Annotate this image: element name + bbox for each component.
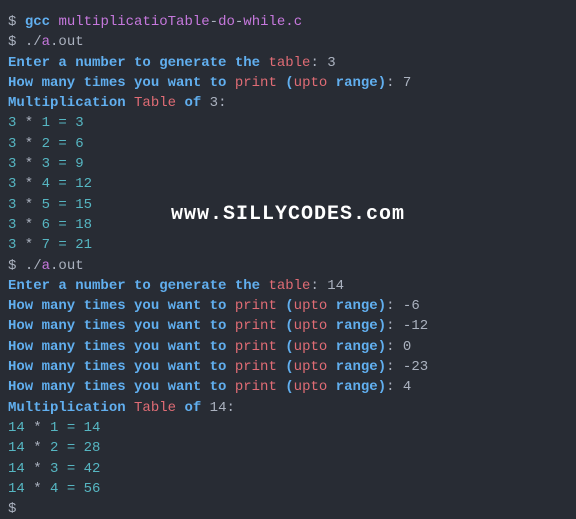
range-prompt-attempt: How many times you want to print (upto r… <box>8 296 568 316</box>
table-row: 3 * 3 = 9 <box>8 154 568 174</box>
terminal-output: $ gcc multiplicatioTable-do-while.c $ ./… <box>8 12 568 519</box>
prompt-symbol: $ <box>8 14 25 30</box>
table-rows-1: 3 * 1 = 33 * 2 = 63 * 3 = 93 * 4 = 12 3 *… <box>8 113 568 255</box>
executable-a: a <box>42 34 50 50</box>
enter-number-prompt-2: Enter a number to generate the table: 14 <box>8 276 568 296</box>
source-file-part1: multiplicatioTable <box>58 14 209 30</box>
source-file-part3: while.c <box>243 14 302 30</box>
input-range-1: 7 <box>403 75 411 91</box>
input-range-attempt: -6 <box>403 298 420 314</box>
table-row: 3 * 1 = 3 <box>8 113 568 133</box>
input-range-attempt: -23 <box>403 359 428 375</box>
final-prompt: $ <box>8 499 568 519</box>
table-row: 3 * 7 = 21 <box>8 235 568 255</box>
table-row: 3 * 4 = 12 <box>8 174 568 194</box>
table-row: 14 * 1 = 14 <box>8 418 568 438</box>
input-range-attempt: -12 <box>403 318 428 334</box>
input-num-1: 3 <box>327 55 335 71</box>
enter-number-prompt-1: Enter a number to generate the table: 3 <box>8 53 568 73</box>
table-row: 14 * 2 = 28 <box>8 438 568 458</box>
input-range-attempt: 0 <box>403 339 411 355</box>
range-prompt-attempt: How many times you want to print (upto r… <box>8 357 568 377</box>
range-prompt-1: How many times you want to print (upto r… <box>8 73 568 93</box>
table-row: 3 * 2 = 6 <box>8 134 568 154</box>
range-attempts: How many times you want to print (upto r… <box>8 296 568 397</box>
run-command-2: $ ./a.out <box>8 256 568 276</box>
source-file-part2: do <box>218 14 235 30</box>
range-prompt-attempt: How many times you want to print (upto r… <box>8 377 568 397</box>
range-prompt-attempt: How many times you want to print (upto r… <box>8 316 568 336</box>
input-range-attempt: 4 <box>403 379 411 395</box>
table-header-1: Multiplication Table of 3: <box>8 93 568 113</box>
gcc-cmd: gcc <box>25 14 50 30</box>
run-command-1: $ ./a.out <box>8 32 568 52</box>
table-rows-2: 14 * 1 = 1414 * 2 = 2814 * 3 = 4214 * 4 … <box>8 418 568 499</box>
table-row: 14 * 3 = 42 <box>8 459 568 479</box>
range-prompt-attempt: How many times you want to print (upto r… <box>8 337 568 357</box>
table-header-2: Multiplication Table of 14: <box>8 398 568 418</box>
watermark: www.SILLYCODES.com <box>171 200 405 229</box>
input-num-2: 14 <box>327 278 344 294</box>
table-row: 14 * 4 = 56 <box>8 479 568 499</box>
gcc-command-line: $ gcc multiplicatioTable-do-while.c <box>8 12 568 32</box>
